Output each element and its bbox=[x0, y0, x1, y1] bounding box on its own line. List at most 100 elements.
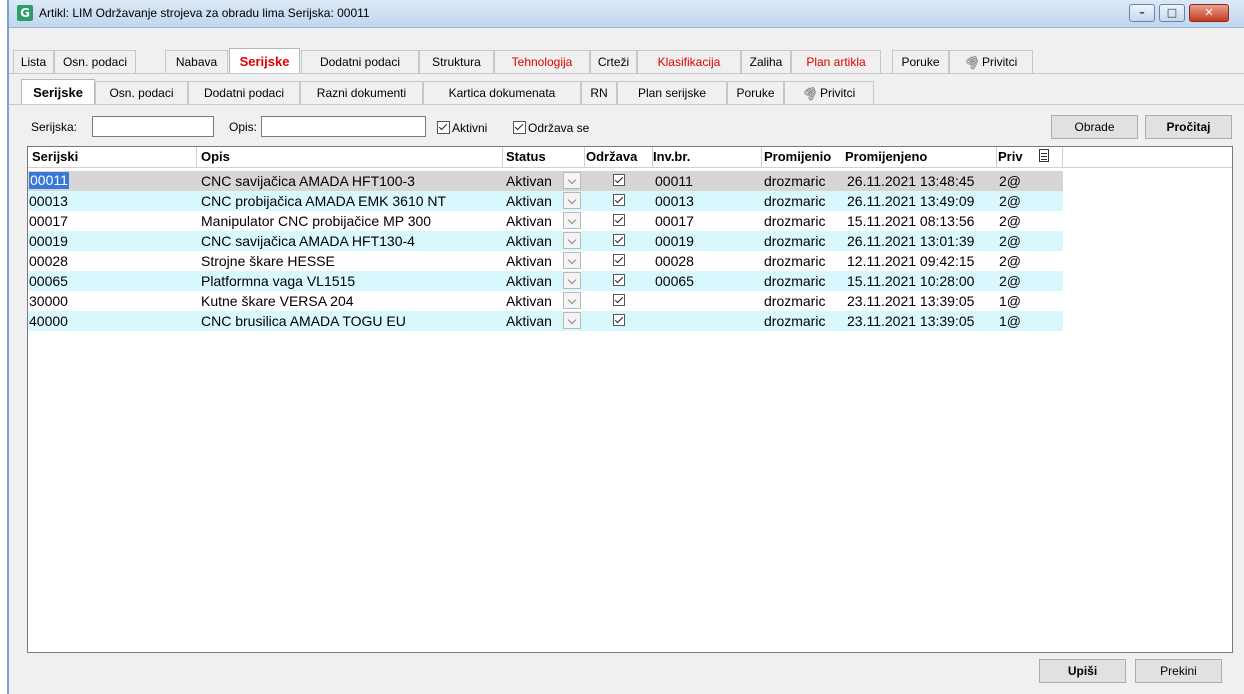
status-dropdown-chevron-icon[interactable] bbox=[563, 272, 581, 289]
col-header-priv[interactable]: Priv bbox=[998, 149, 1030, 164]
tab-osn-podaci[interactable]: Osn. podaci bbox=[54, 50, 136, 73]
maximize-button[interactable]: □ bbox=[1159, 4, 1185, 22]
cell-promijenjeno[interactable]: 26.11.2021 13:48:45 bbox=[847, 173, 974, 189]
subtab-poruke[interactable]: Poruke bbox=[727, 81, 784, 104]
table-row[interactable]: 40000 CNC brusilica AMADA TOGU EU Aktiva… bbox=[28, 311, 1063, 331]
cell-opis[interactable]: Strojne škare HESSE bbox=[201, 253, 335, 269]
tab-crtezi[interactable]: Crteži bbox=[590, 50, 637, 73]
subtab-dodatni-podaci[interactable]: Dodatni podaci bbox=[188, 81, 300, 104]
cell-serijski[interactable]: 00028 bbox=[29, 253, 68, 269]
table-row[interactable]: 30000 Kutne škare VERSA 204 Aktivan droz… bbox=[28, 291, 1063, 311]
obrade-button[interactable]: Obrade bbox=[1051, 115, 1138, 139]
table-row[interactable]: 00011 CNC savijačica AMADA HFT100-3 Akti… bbox=[28, 171, 1063, 191]
cell-promijenio[interactable]: drozmaric bbox=[764, 213, 825, 229]
close-button[interactable]: ✕ bbox=[1189, 4, 1229, 22]
odrzava-checkbox-cell[interactable] bbox=[613, 274, 625, 286]
cell-serijski[interactable]: 00011 bbox=[29, 172, 69, 189]
cell-priv[interactable]: 2@ bbox=[999, 273, 1021, 289]
status-dropdown-chevron-icon[interactable] bbox=[563, 292, 581, 309]
cell-opis[interactable]: Manipulator CNC probijačice MP 300 bbox=[201, 213, 431, 229]
cell-priv[interactable]: 1@ bbox=[999, 313, 1021, 329]
subtab-serijske[interactable]: Serijske bbox=[21, 79, 95, 104]
cell-status[interactable]: Aktivan bbox=[506, 213, 552, 229]
tab-plan-artikla[interactable]: Plan artikla bbox=[791, 50, 881, 73]
cell-invbr[interactable]: 00013 bbox=[655, 193, 694, 209]
odrzava-checkbox-cell[interactable] bbox=[613, 214, 625, 226]
tab-klasifikacija[interactable]: Klasifikacija bbox=[637, 50, 741, 73]
tab-tehnologija[interactable]: Tehnologija bbox=[494, 50, 590, 73]
table-row[interactable]: 00013 CNC probijačica AMADA EMK 3610 NT … bbox=[28, 191, 1063, 211]
aktivni-checkbox[interactable]: Aktivni bbox=[437, 121, 487, 135]
cell-priv[interactable]: 1@ bbox=[999, 293, 1021, 309]
status-dropdown-chevron-icon[interactable] bbox=[563, 252, 581, 269]
cell-opis[interactable]: CNC savijačica AMADA HFT100-3 bbox=[201, 173, 415, 189]
serijska-input[interactable] bbox=[92, 116, 214, 137]
subtab-osn-podaci[interactable]: Osn. podaci bbox=[95, 81, 188, 104]
cell-invbr[interactable]: 00017 bbox=[655, 213, 694, 229]
cell-opis[interactable]: Platformna vaga VL1515 bbox=[201, 273, 355, 289]
status-dropdown-chevron-icon[interactable] bbox=[563, 172, 581, 189]
tab-zaliha[interactable]: Zaliha bbox=[741, 50, 791, 73]
cell-invbr[interactable]: 00065 bbox=[655, 273, 694, 289]
cell-promijenjeno[interactable]: 15.11.2021 08:13:56 bbox=[847, 213, 974, 229]
title-bar[interactable]: G Artikl: LIM Održavanje strojeva za obr… bbox=[9, 0, 1244, 28]
cell-status[interactable]: Aktivan bbox=[506, 273, 552, 289]
cell-promijenio[interactable]: drozmaric bbox=[764, 273, 825, 289]
status-dropdown-chevron-icon[interactable] bbox=[563, 232, 581, 249]
cell-priv[interactable]: 2@ bbox=[999, 253, 1021, 269]
table-row[interactable]: 00065 Platformna vaga VL1515 Aktivan 000… bbox=[28, 271, 1063, 291]
subtab-plan-serijske[interactable]: Plan serijske bbox=[617, 81, 727, 104]
cell-serijski[interactable]: 00017 bbox=[29, 213, 68, 229]
cell-promijenjeno[interactable]: 23.11.2021 13:39:05 bbox=[847, 313, 974, 329]
cell-promijenio[interactable]: drozmaric bbox=[764, 293, 825, 309]
tab-nabava[interactable]: Nabava bbox=[165, 50, 228, 73]
cell-promijenjeno[interactable]: 12.11.2021 09:42:15 bbox=[847, 253, 974, 269]
col-header-opis[interactable]: Opis bbox=[201, 149, 501, 164]
col-header-status[interactable]: Status bbox=[506, 149, 586, 164]
cell-promijenio[interactable]: drozmaric bbox=[764, 233, 825, 249]
prekini-button[interactable]: Prekini bbox=[1135, 659, 1222, 683]
subtab-razni-dokumenti[interactable]: Razni dokumenti bbox=[300, 81, 423, 104]
cell-status[interactable]: Aktivan bbox=[506, 253, 552, 269]
serials-grid[interactable]: Serijski Opis Status Održava Inv.br. Pro… bbox=[27, 146, 1233, 653]
cell-status[interactable]: Aktivan bbox=[506, 193, 552, 209]
tab-privitci[interactable]: 🖇Privitci bbox=[949, 50, 1033, 73]
document-icon[interactable] bbox=[1039, 149, 1049, 162]
subtab-rn[interactable]: RN bbox=[581, 81, 617, 104]
table-row[interactable]: 00017 Manipulator CNC probijačice MP 300… bbox=[28, 211, 1063, 231]
subtab-kartica-dokumenata[interactable]: Kartica dokumenata bbox=[423, 81, 581, 104]
cell-status[interactable]: Aktivan bbox=[506, 313, 552, 329]
minimize-button[interactable]: – bbox=[1129, 4, 1155, 22]
upisi-button[interactable]: Upiši bbox=[1039, 659, 1126, 683]
odrzava-checkbox-cell[interactable] bbox=[613, 194, 625, 206]
cell-priv[interactable]: 2@ bbox=[999, 173, 1021, 189]
subtab-privitci[interactable]: 🖇Privitci bbox=[784, 81, 874, 104]
tab-lista[interactable]: Lista bbox=[13, 50, 54, 73]
cell-promijenjeno[interactable]: 23.11.2021 13:39:05 bbox=[847, 293, 974, 309]
cell-invbr[interactable]: 00019 bbox=[655, 233, 694, 249]
opis-input[interactable] bbox=[261, 116, 426, 137]
tab-dodatni-podaci[interactable]: Dodatni podaci bbox=[301, 50, 419, 73]
table-row[interactable]: 00028 Strojne škare HESSE Aktivan 00028 … bbox=[28, 251, 1063, 271]
cell-invbr[interactable]: 00028 bbox=[655, 253, 694, 269]
col-header-odrzava[interactable]: Održava bbox=[586, 149, 650, 164]
col-header-invbr[interactable]: Inv.br. bbox=[653, 149, 758, 164]
cell-invbr[interactable]: 00011 bbox=[655, 173, 693, 189]
cell-status[interactable]: Aktivan bbox=[506, 233, 552, 249]
cell-promijenio[interactable]: drozmaric bbox=[764, 253, 825, 269]
cell-priv[interactable]: 2@ bbox=[999, 193, 1021, 209]
cell-status[interactable]: Aktivan bbox=[506, 173, 552, 189]
cell-promijenjeno[interactable]: 26.11.2021 13:49:09 bbox=[847, 193, 974, 209]
col-header-serijski[interactable]: Serijski bbox=[32, 149, 192, 164]
table-row[interactable]: 00019 CNC savijačica AMADA HFT130-4 Akti… bbox=[28, 231, 1063, 251]
status-dropdown-chevron-icon[interactable] bbox=[563, 212, 581, 229]
cell-priv[interactable]: 2@ bbox=[999, 213, 1021, 229]
col-header-promijenjeno[interactable]: Promijenjeno bbox=[845, 149, 995, 164]
odrzava-checkbox-cell[interactable] bbox=[613, 234, 625, 246]
cell-promijenio[interactable]: drozmaric bbox=[764, 313, 825, 329]
cell-serijski[interactable]: 00019 bbox=[29, 233, 68, 249]
cell-opis[interactable]: Kutne škare VERSA 204 bbox=[201, 293, 354, 309]
tab-poruke[interactable]: Poruke bbox=[892, 50, 949, 73]
cell-opis[interactable]: CNC probijačica AMADA EMK 3610 NT bbox=[201, 193, 446, 209]
odrzava-checkbox-cell[interactable] bbox=[613, 314, 625, 326]
